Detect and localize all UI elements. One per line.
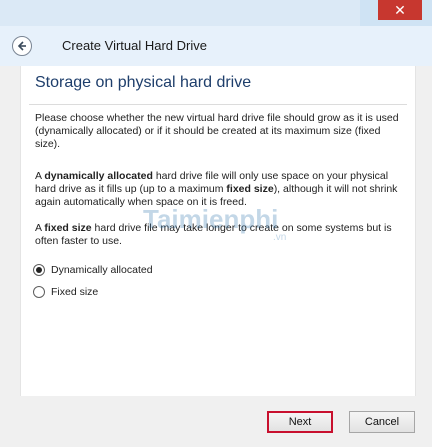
title-bar: ✕ [0, 0, 432, 26]
bold-term: fixed size [44, 222, 92, 234]
cancel-button[interactable]: Cancel [349, 411, 415, 433]
radio-button[interactable] [33, 264, 45, 276]
radio-selected-dot [36, 267, 42, 273]
title-bar-background [0, 0, 360, 26]
paragraph-text: A [35, 170, 45, 182]
fixed-size-paragraph: A fixed size hard drive file may take lo… [35, 222, 407, 248]
bold-term: dynamically allocated [44, 170, 153, 182]
option-label: Fixed size [51, 286, 99, 298]
paragraph-text: A [35, 222, 45, 234]
next-button[interactable]: Next [267, 411, 333, 433]
close-button[interactable]: ✕ [378, 0, 422, 20]
content-panel: Storage on physical hard drive Please ch… [20, 66, 416, 396]
dialog-footer: Next Cancel [0, 396, 432, 447]
wizard-header: Create Virtual Hard Drive [0, 26, 432, 66]
description-paragraph: Please choose whether the new virtual ha… [35, 112, 399, 150]
section-title: Storage on physical hard drive [35, 74, 252, 91]
radio-button[interactable] [33, 286, 45, 298]
bold-term: fixed size [226, 183, 274, 195]
wizard-title: Create Virtual Hard Drive [62, 38, 207, 53]
option-label: Dynamically allocated [51, 264, 153, 276]
option-dynamically-allocated[interactable]: Dynamically allocated [33, 264, 153, 276]
option-fixed-size[interactable]: Fixed size [33, 286, 98, 298]
dialog-window: ✕ Create Virtual Hard Drive Storage on p… [0, 0, 432, 447]
section-divider [29, 104, 407, 105]
back-arrow-icon [17, 41, 26, 51]
close-icon: ✕ [394, 2, 406, 18]
back-button[interactable] [12, 36, 32, 56]
dynamic-allocation-paragraph: A dynamically allocated hard drive file … [35, 170, 407, 209]
